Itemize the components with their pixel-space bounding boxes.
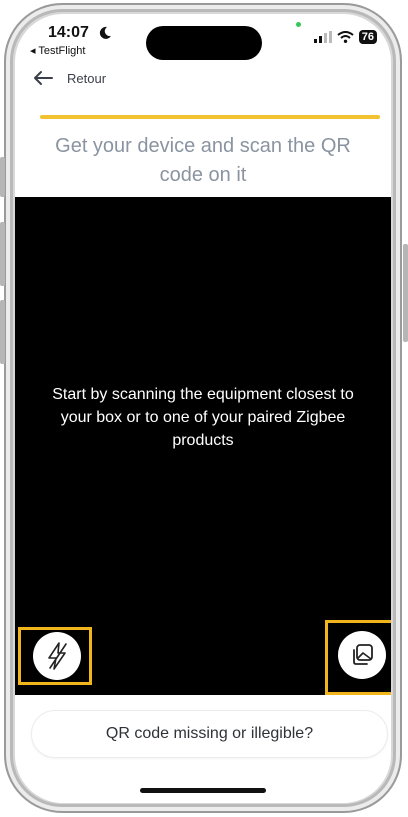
- battery-icon: 76: [358, 30, 377, 44]
- back-label: Retour: [67, 70, 107, 86]
- dynamic-island: [146, 26, 262, 60]
- gallery-import-button[interactable]: [338, 631, 386, 679]
- scanner-hint: Start by scanning the equipment closest …: [52, 386, 354, 449]
- wifi-icon: [337, 31, 354, 43]
- status-icons: 76: [313, 29, 377, 45]
- progress-bar: [40, 115, 380, 119]
- back-button[interactable]: Retour: [33, 70, 106, 86]
- camera-in-use-indicator: [296, 22, 301, 27]
- status-time: 14:07: [48, 24, 89, 41]
- volume-down-button: [0, 300, 5, 364]
- back-to-testflight-link[interactable]: ◂ TestFlight: [30, 44, 85, 57]
- moon-icon: [99, 26, 111, 39]
- qr-missing-button[interactable]: QR code missing or illegible?: [31, 710, 388, 758]
- scan-instruction-title: Get your device and scan the QR code on …: [55, 135, 351, 186]
- phone-screen: 14:07 ◂ TestFlight 76 Retour Get your de…: [15, 14, 391, 803]
- camera-viewfinder: Start by scanning the equipment closest …: [15, 197, 391, 695]
- flash-toggle-button[interactable]: [33, 632, 81, 680]
- gallery-icon: [353, 644, 373, 665]
- power-button: [403, 244, 408, 342]
- arrow-left-icon: [34, 71, 53, 85]
- cellular-signal-icon: [313, 31, 332, 43]
- home-indicator: [140, 788, 266, 793]
- volume-up-button: [0, 222, 5, 286]
- flash-icon: [48, 642, 67, 670]
- action-button: [0, 157, 5, 197]
